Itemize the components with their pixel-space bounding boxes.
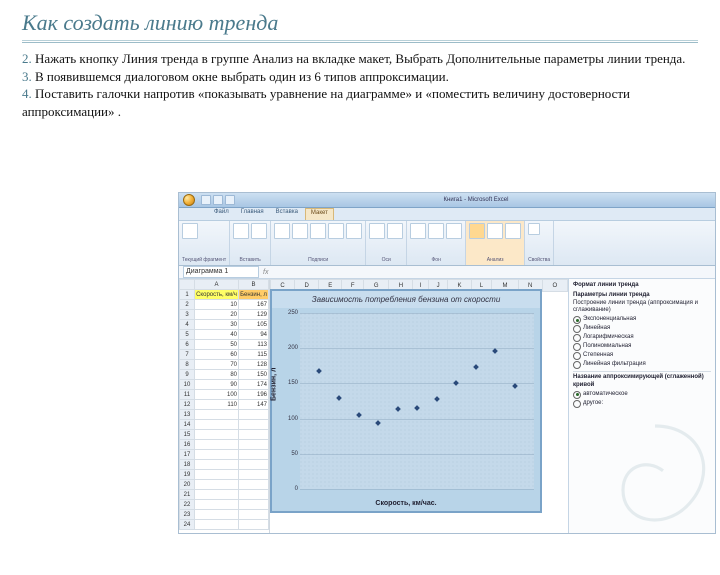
tab-insert[interactable]: Вставка [271,208,303,220]
panel-section: Параметры линии тренда [573,292,711,300]
radio-icon[interactable] [573,316,581,324]
chart-title: Зависимость потребления бензина от скоро… [272,291,540,308]
cell[interactable]: 70 [195,360,239,370]
title-underline [22,40,698,44]
data-point [434,396,440,402]
cell[interactable]: Скорость, км/ч [195,290,239,300]
col-header[interactable]: B [239,280,269,290]
trendline-format-panel[interactable]: Формат линии тренда Параметры линии трен… [568,279,715,534]
radio-icon[interactable] [573,391,581,399]
quick-access-toolbar[interactable] [201,195,235,205]
ribbon-group-label: Подписи [274,257,362,263]
list-num-4: 4. [22,86,32,101]
ribbon-group-label: Оси [369,257,403,263]
data-point [375,420,381,426]
radio-icon[interactable] [573,343,581,351]
cell[interactable]: 150 [239,370,269,380]
cell[interactable]: 30 [195,320,239,330]
cell[interactable]: 115 [239,350,269,360]
cell[interactable]: 100 [195,390,239,400]
embedded-chart[interactable]: Зависимость потребления бензина от скоро… [270,289,542,513]
cell[interactable]: 40 [195,330,239,340]
window-title: Книга1 - Microsoft Excel [241,197,711,203]
cell[interactable]: 110 [195,400,239,410]
cell[interactable]: 94 [239,330,269,340]
radio-icon[interactable] [573,325,581,333]
cell[interactable]: 167 [239,300,269,310]
list-num-3: 3. [22,69,32,84]
ribbon-group-label: Вставить [233,257,267,263]
tab-file[interactable]: Файл [209,208,234,220]
ribbon: Текущий фрагмент Вставить Подписи Оси Фо… [179,221,715,266]
list-text-2: Нажать кнопку Линия тренда в группе Анал… [35,51,685,66]
col-header[interactable]: A [195,280,239,290]
trend-option-exponential[interactable]: Экспоненциальная [573,316,711,324]
trend-option-linear[interactable]: Линейная [573,325,711,333]
trend-option-polynomial[interactable]: Полиномиальная [573,343,711,351]
data-point [356,412,362,418]
cell[interactable]: 174 [239,380,269,390]
name-box[interactable]: Диаграмма 1 [183,266,259,278]
x-axis-label: Скорость, км/час. [272,500,540,507]
cell[interactable]: 80 [195,370,239,380]
panel-name-section: Название аппроксимирующей (сглаженной) к… [573,374,711,390]
tab-layout[interactable]: Макет [305,208,334,220]
fx-icon[interactable]: fx [263,269,268,276]
panel-sub: Построение линии тренда (аппроксимация и… [573,300,711,316]
data-point [453,381,459,387]
list-text-3: В появившемся диалоговом окне выбрать од… [35,69,449,84]
y-axis-label: Бензин, л [271,368,278,402]
cell[interactable]: Бензин, л [239,290,269,300]
list-tail: аппроксимации» . [22,103,698,121]
trend-name-other[interactable]: другое: [573,400,711,408]
office-button-icon[interactable] [183,194,195,206]
ribbon-group-label: Свойства [528,257,550,263]
cell[interactable]: 50 [195,340,239,350]
panel-header: Формат линии тренда [573,282,711,290]
ribbon-group-label: Анализ [469,257,521,263]
slide-title: Как создать линию тренда [22,10,698,36]
radio-icon[interactable] [573,334,581,342]
cell[interactable]: 113 [239,340,269,350]
list-text-4: Поставить галочки напротив «показывать у… [35,86,630,101]
radio-icon[interactable] [573,361,581,369]
tab-home[interactable]: Главная [236,208,269,220]
data-point [473,364,479,370]
cell[interactable]: 129 [239,310,269,320]
cell[interactable]: 105 [239,320,269,330]
cell[interactable]: 147 [239,400,269,410]
slide-body: 2. Нажать кнопку Линия тренда в группе А… [22,50,698,120]
data-point [395,407,401,413]
cell[interactable]: 20 [195,310,239,320]
data-point [317,369,323,375]
trend-name-auto[interactable]: автоматическое [573,391,711,399]
chart-plot-area: 050100150200250 [300,313,534,489]
data-point [336,395,342,401]
trend-option-logarithmic[interactable]: Логарифмическая [573,334,711,342]
cell[interactable]: 128 [239,360,269,370]
cell[interactable]: 90 [195,380,239,390]
worksheet-right: CDEFGHIJKLMNO Зависимость потребления бе… [270,279,568,534]
radio-icon[interactable] [573,400,581,408]
radio-icon[interactable] [573,352,581,360]
trend-option-power[interactable]: Степенная [573,352,711,360]
ribbon-group-label: Фон [410,257,462,263]
list-num-2: 2. [22,51,32,66]
formula-bar[interactable]: Диаграмма 1 fx [179,266,715,279]
window-titlebar: Книга1 - Microsoft Excel [179,193,715,208]
cell[interactable]: 196 [239,390,269,400]
ribbon-tabs[interactable]: Файл Главная Вставка Макет [179,208,715,221]
cell[interactable]: 60 [195,350,239,360]
ribbon-group-label: Текущий фрагмент [182,257,226,263]
trend-option-moving-average[interactable]: Линейная фильтрация [573,361,711,369]
worksheet[interactable]: AB 1Скорость, км/чБензин, л 210167 32012… [179,279,270,534]
cell[interactable]: 10 [195,300,239,310]
excel-screenshot: Книга1 - Microsoft Excel Файл Главная Вс… [178,192,716,534]
data-point [414,405,420,411]
